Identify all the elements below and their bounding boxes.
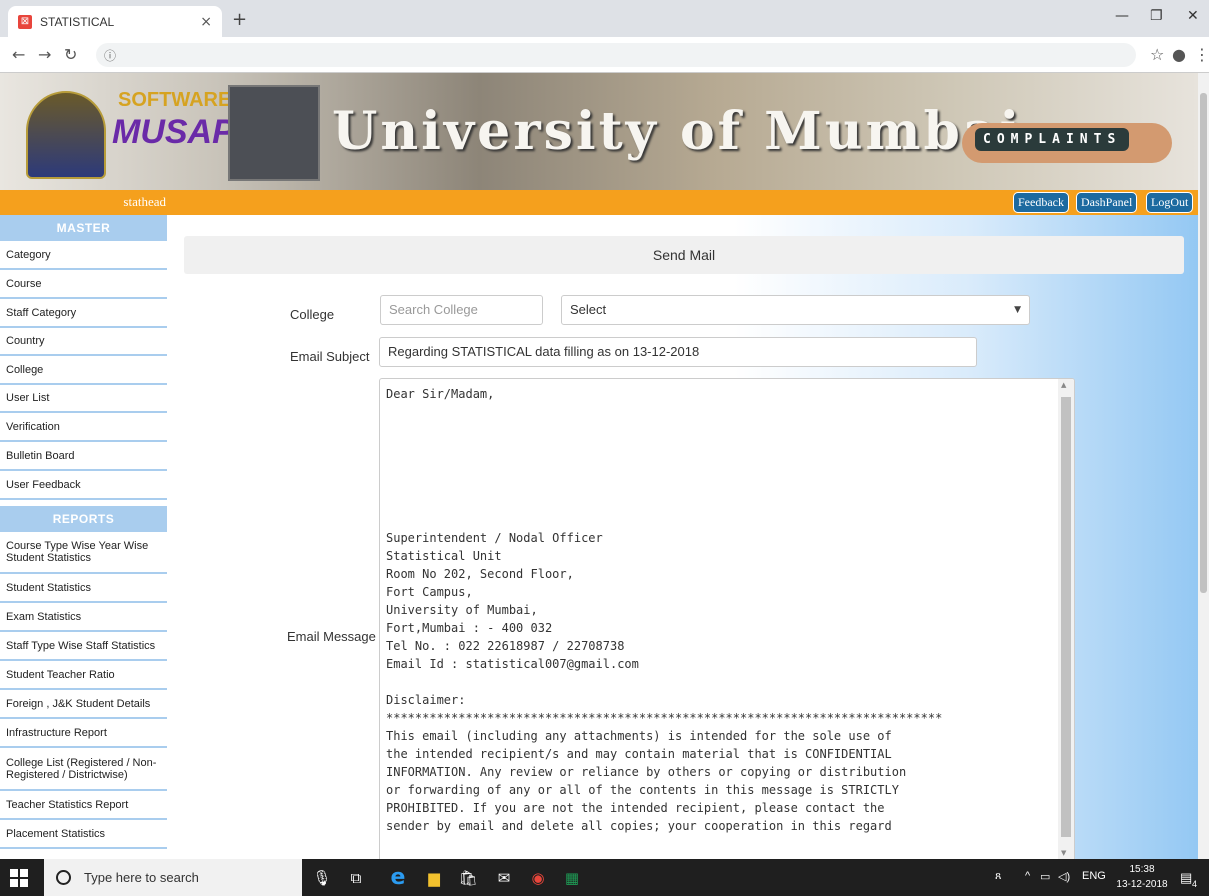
chevron-down-icon: ▼ bbox=[1014, 305, 1021, 315]
notification-icon[interactable]: ▤ bbox=[1180, 870, 1192, 886]
user-bar: stathead Feedback DashPanel LogOut bbox=[0, 190, 1198, 215]
menu-icon[interactable]: ⋮ bbox=[1194, 45, 1209, 64]
email-subject-input[interactable]: Regarding STATISTICAL data filling as on… bbox=[379, 337, 977, 367]
notification-count: 4 bbox=[1192, 879, 1198, 889]
clock-time: 15:38 bbox=[1129, 864, 1155, 875]
sidebar-master-heading: MASTER bbox=[0, 215, 167, 241]
college-search-placeholder: Search College bbox=[389, 302, 478, 317]
logo-software-text: SOFTWARE bbox=[118, 89, 232, 111]
address-bar[interactable]: ⓘ bbox=[96, 43, 1136, 67]
chrome-icon[interactable]: ◉ bbox=[528, 868, 548, 888]
web-page: SOFTWARE MUSAP University of Mumbai COMP… bbox=[0, 73, 1198, 859]
sidebar-item-staff-category[interactable]: Staff Category bbox=[0, 299, 167, 328]
tray-chevron-up-icon[interactable]: ^ bbox=[1025, 870, 1030, 882]
sidebar-item-verification[interactable]: Verification bbox=[0, 413, 167, 442]
sidebar-item-placement-statistics[interactable]: Placement Statistics bbox=[0, 820, 167, 849]
sidebar-item-bulletin-board[interactable]: Bulletin Board bbox=[0, 442, 167, 471]
windows-start-icon[interactable] bbox=[10, 869, 28, 887]
page-scrollbar[interactable] bbox=[1198, 73, 1209, 859]
store-icon[interactable]: 🛍 bbox=[458, 868, 478, 888]
info-icon[interactable]: ⓘ bbox=[104, 47, 116, 64]
page-scroll-thumb[interactable] bbox=[1200, 93, 1207, 593]
file-explorer-icon[interactable]: ▆ bbox=[424, 868, 444, 888]
forward-icon[interactable]: → bbox=[38, 45, 51, 64]
header-banner: SOFTWARE MUSAP University of Mumbai COMP… bbox=[0, 73, 1198, 190]
sidebar-item-student-teacher-ratio[interactable]: Student Teacher Ratio bbox=[0, 661, 167, 690]
sidebar-item-staff-type-report[interactable]: Staff Type Wise Staff Statistics bbox=[0, 632, 167, 661]
sidebar-item-user-list[interactable]: User List bbox=[0, 385, 167, 413]
site-favicon-icon: ⊠ bbox=[18, 14, 32, 29]
address-toolbar: ← → ↻ ⓘ ☆ ● ⋮ bbox=[0, 37, 1209, 73]
email-message-text: Dear Sir/Madam, Superintendent / Nodal O… bbox=[386, 387, 943, 833]
college-select-value: Select bbox=[570, 302, 607, 317]
sidebar-item-college-list[interactable]: College List (Registered / Non-Registere… bbox=[0, 748, 167, 791]
microphone-icon[interactable]: 🎙 bbox=[312, 868, 332, 888]
message-scroll-thumb[interactable] bbox=[1061, 397, 1071, 837]
language-indicator[interactable]: ENG bbox=[1082, 870, 1106, 882]
sidebar-item-exam-statistics[interactable]: Exam Statistics bbox=[0, 603, 167, 632]
mail-icon[interactable]: ✉ bbox=[494, 868, 514, 888]
close-window-icon[interactable]: ✕ bbox=[1187, 8, 1199, 24]
dashpanel-button[interactable]: DashPanel bbox=[1076, 192, 1138, 213]
email-message-textarea[interactable]: Dear Sir/Madam, Superintendent / Nodal O… bbox=[379, 378, 1075, 859]
excel-icon[interactable]: ▦ bbox=[562, 868, 582, 888]
clock-date: 13-12-2018 bbox=[1116, 879, 1168, 890]
sidebar-item-user-feedback[interactable]: User Feedback bbox=[0, 471, 167, 500]
browser-tab[interactable]: ⊠ STATISTICAL × bbox=[8, 6, 222, 37]
sidebar-item-category[interactable]: Category bbox=[0, 241, 167, 270]
college-label: College bbox=[290, 307, 335, 322]
star-icon[interactable]: ☆ bbox=[1150, 45, 1164, 64]
sidebar-reports-heading: REPORTS bbox=[0, 506, 167, 532]
sidebar-item-country[interactable]: Country bbox=[0, 328, 167, 356]
email-subject-label: Email Subject bbox=[290, 349, 370, 364]
sidebar-item-foreign-student-details[interactable]: Foreign , J&K Student Details bbox=[0, 690, 167, 719]
minimize-icon[interactable]: — bbox=[1115, 8, 1129, 24]
logo-musap-text: MUSAP bbox=[112, 113, 235, 151]
people-icon[interactable]: ጸ bbox=[995, 870, 1001, 883]
scroll-down-icon[interactable]: ▼ bbox=[1061, 849, 1066, 857]
network-icon[interactable]: ▭ bbox=[1040, 870, 1050, 883]
sidebar-item-infrastructure-report[interactable]: Infrastructure Report bbox=[0, 719, 167, 748]
restore-icon[interactable]: ❐ bbox=[1150, 8, 1163, 24]
banner-machine-image bbox=[228, 85, 320, 181]
taskbar-clock[interactable]: 15:38 13-12-2018 bbox=[1112, 862, 1172, 892]
banner-title: University of Mumbai bbox=[332, 101, 1023, 162]
taskbar-search-placeholder: Type here to search bbox=[84, 870, 199, 885]
username-label: stathead bbox=[123, 194, 166, 209]
university-crest-logo bbox=[26, 91, 106, 179]
sidebar-item-course-type-report[interactable]: Course Type Wise Year Wise Student Stati… bbox=[0, 532, 167, 574]
task-view-icon[interactable]: ⧉ bbox=[346, 868, 366, 888]
email-subject-value: Regarding STATISTICAL data filling as on… bbox=[388, 344, 700, 359]
profile-icon[interactable]: ● bbox=[1172, 45, 1186, 64]
sidebar: MASTER Category Course Staff Category Co… bbox=[0, 215, 167, 859]
new-tab-button[interactable]: + bbox=[232, 9, 247, 30]
scroll-up-icon[interactable]: ▲ bbox=[1061, 381, 1066, 389]
feedback-button[interactable]: Feedback bbox=[1013, 192, 1069, 213]
email-message-label: Email Message bbox=[287, 629, 376, 644]
sidebar-item-course[interactable]: Course bbox=[0, 270, 167, 299]
cortana-icon bbox=[56, 870, 71, 885]
college-select[interactable]: Select ▼ bbox=[561, 295, 1030, 325]
reload-icon[interactable]: ↻ bbox=[64, 45, 77, 64]
tab-title: STATISTICAL bbox=[40, 14, 115, 29]
taskbar-search-box[interactable]: Type here to search bbox=[44, 859, 302, 896]
message-scrollbar[interactable]: ▲ ▼ bbox=[1058, 379, 1074, 859]
sidebar-item-teacher-statistics[interactable]: Teacher Statistics Report bbox=[0, 791, 167, 820]
windows-taskbar: Type here to search 🎙 ⧉ e ▆ 🛍 ✉ ◉ ▦ ጸ ^ … bbox=[0, 859, 1209, 896]
page-title: Send Mail bbox=[184, 236, 1184, 274]
browser-tab-strip: ⊠ STATISTICAL × + — ❐ ✕ bbox=[0, 0, 1209, 37]
banner-tags: COMPLAINTS bbox=[975, 128, 1130, 151]
tab-close-icon[interactable]: × bbox=[200, 14, 212, 30]
logout-button[interactable]: LogOut bbox=[1146, 192, 1194, 213]
college-search-input[interactable]: Search College bbox=[380, 295, 543, 325]
volume-icon[interactable]: ◁) bbox=[1058, 870, 1070, 883]
sidebar-item-college[interactable]: College bbox=[0, 356, 167, 385]
sidebar-item-student-statistics[interactable]: Student Statistics bbox=[0, 574, 167, 603]
main-content: Send Mail College Search College Select … bbox=[167, 215, 1198, 859]
edge-browser-icon[interactable]: e bbox=[388, 867, 408, 889]
back-icon[interactable]: ← bbox=[12, 45, 25, 64]
